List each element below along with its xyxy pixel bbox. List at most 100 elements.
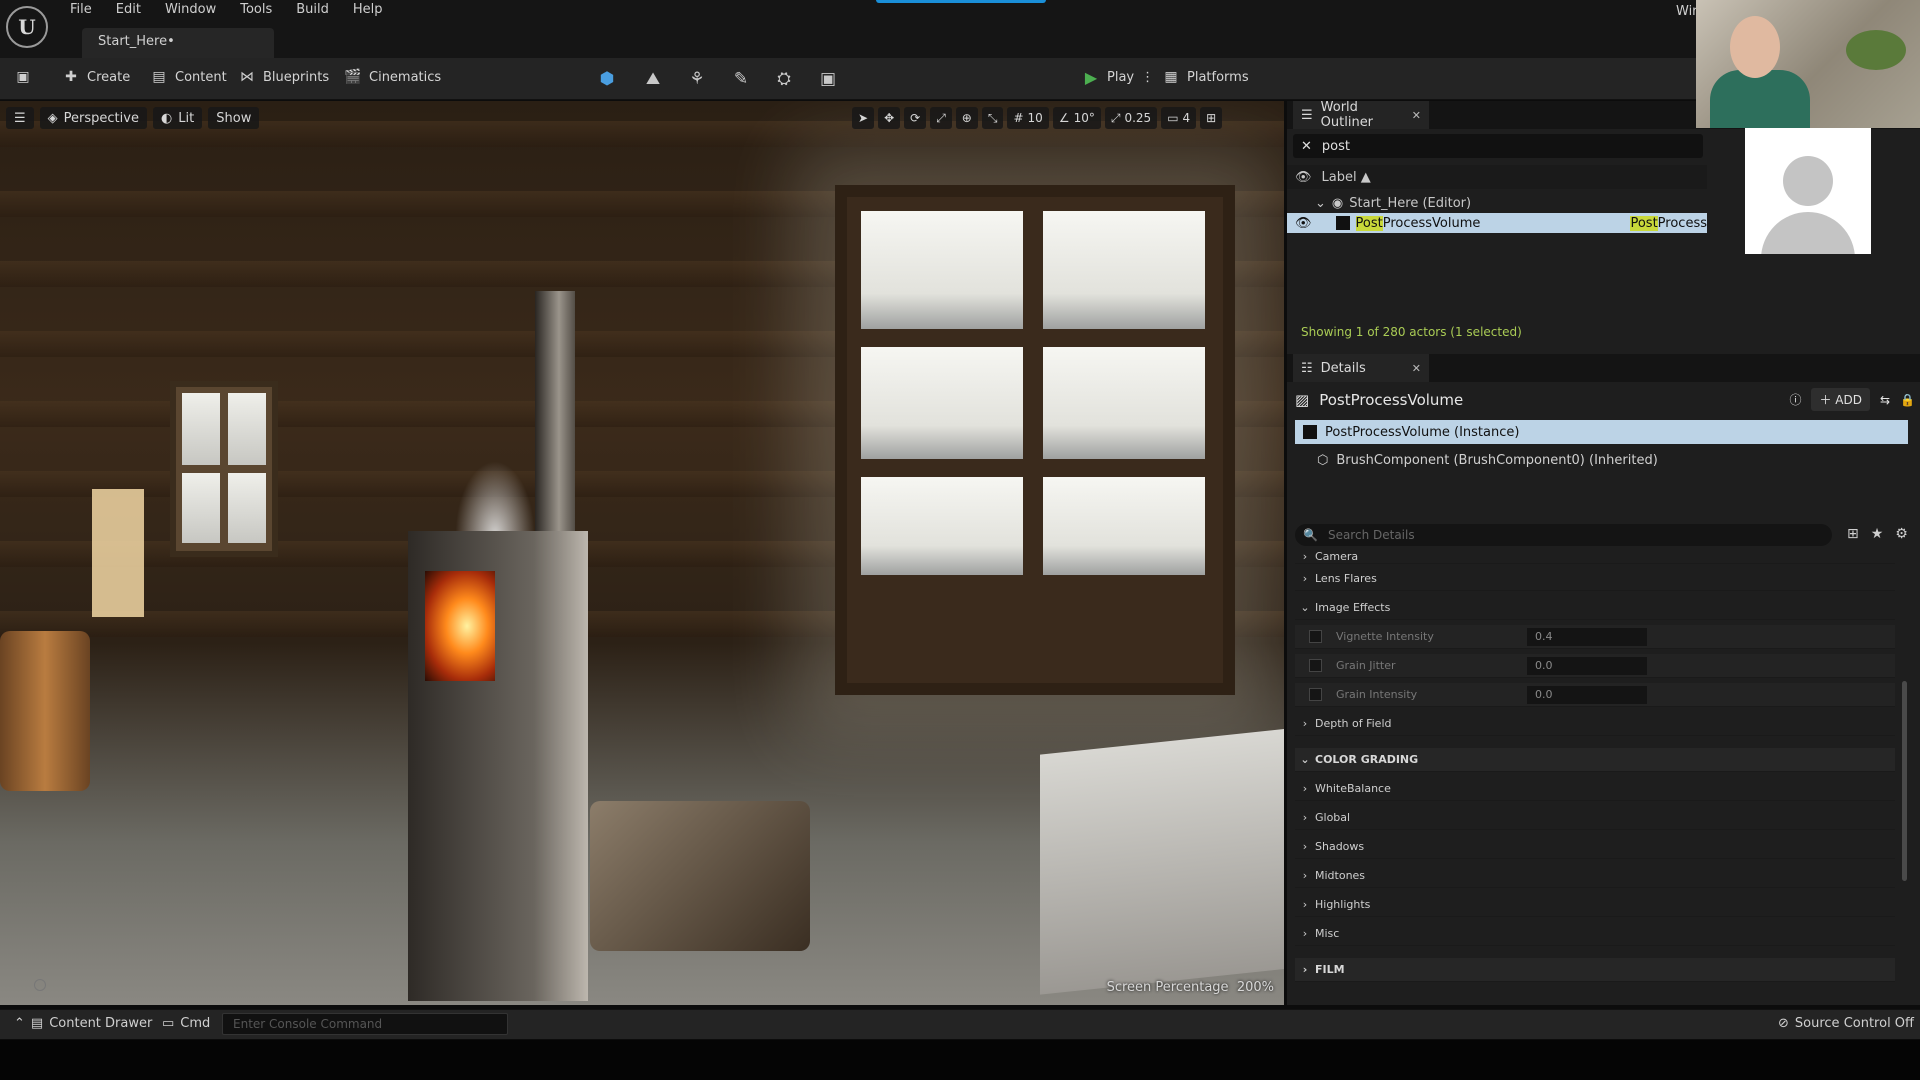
create-icon: ✚	[65, 69, 77, 85]
rotation-snap-value: 10°	[1073, 111, 1095, 125]
blueprint-convert-icon[interactable]: ⇆	[1880, 393, 1890, 407]
gear-icon[interactable]: ⚙	[1895, 526, 1908, 542]
play-options-icon[interactable]: ⋮	[1141, 70, 1154, 85]
chevron-down-icon[interactable]: ⌄	[1315, 196, 1326, 211]
prop-depth-of-field[interactable]: › Depth of Field	[1295, 712, 1895, 736]
prop-image-effects[interactable]: ⌄ Image Effects	[1295, 596, 1895, 620]
component-brush-row[interactable]: ⬡ BrushComponent (BrushComponent0) (Inhe…	[1317, 453, 1658, 468]
override-checkbox[interactable]	[1309, 630, 1322, 643]
prop-grain-jitter: Grain Jitter 0.0	[1295, 654, 1895, 678]
vignette-value-field[interactable]: 0.4	[1527, 627, 1647, 646]
save-button[interactable]: ▣	[14, 68, 32, 86]
outliner-icon: ☰	[1301, 107, 1313, 123]
cmd-button[interactable]: ▭ Cmd	[162, 1016, 210, 1031]
content-drawer-button[interactable]: ⌃ ▤ Content Drawer	[14, 1016, 152, 1031]
scale-snap-button[interactable]: ⤢ 0.25	[1104, 107, 1158, 129]
prop-misc[interactable]: › Misc	[1295, 922, 1895, 946]
grain-jitter-value-field[interactable]: 0.0	[1527, 656, 1647, 675]
prop-lens-flares[interactable]: › Lens Flares	[1295, 567, 1895, 591]
add-component-button[interactable]: ＋ ADD	[1811, 388, 1870, 411]
lit-button[interactable]: ◐ Lit	[152, 107, 203, 129]
select-tool[interactable]: ➤	[852, 107, 875, 129]
viewport-layout-button[interactable]: ⊞	[1200, 107, 1223, 129]
rotation-snap-button[interactable]: ∠ 10°	[1052, 107, 1101, 129]
override-checkbox[interactable]	[1309, 659, 1322, 672]
scene-barrel	[0, 631, 90, 791]
grain-intensity-value-field[interactable]: 0.0	[1527, 685, 1647, 704]
viewport-menu-button[interactable]: ☰	[6, 107, 34, 129]
details-search-input[interactable]: 🔍 Search Details	[1295, 524, 1832, 546]
translate-tool[interactable]: ✥	[878, 107, 901, 129]
favorites-star-icon[interactable]: ★	[1871, 526, 1884, 542]
label-column-header[interactable]: Label ▲	[1322, 170, 1371, 185]
camera-speed-button[interactable]: ▭ 4	[1161, 107, 1197, 129]
help-icon[interactable]: ⓘ	[1789, 391, 1801, 408]
cinematics-button[interactable]: 🎬 Cinematics	[344, 68, 441, 86]
brush-edit-mode-icon[interactable]: ▣	[815, 66, 841, 92]
platforms-icon: ▦	[1164, 69, 1178, 85]
table-view-icon[interactable]: ⊞	[1847, 526, 1859, 542]
landscape-mode-icon[interactable]: ⛰	[640, 66, 666, 92]
outliner-row-level[interactable]: ⌄ ◉ Start_Here (Editor)	[1287, 193, 1707, 213]
console-command-input[interactable]: Enter Console Command	[222, 1013, 508, 1035]
grid-snap-button[interactable]: #10	[1007, 107, 1049, 129]
world-local-toggle[interactable]: ⊕	[955, 107, 978, 129]
visibility-icon[interactable]: 👁	[1295, 216, 1312, 231]
prop-shadows[interactable]: › Shadows	[1295, 835, 1895, 859]
menu-window[interactable]: Window	[153, 0, 228, 22]
level-tab[interactable]: Start_Here•	[82, 28, 274, 58]
outliner-actor-label: ProcessVolume	[1382, 215, 1481, 231]
menu-edit[interactable]: Edit	[104, 0, 153, 22]
menu-file[interactable]: File	[58, 0, 104, 22]
source-control-label: Source Control Off	[1794, 1016, 1915, 1031]
tab-details[interactable]: ☷ Details ✕	[1293, 354, 1429, 382]
close-icon[interactable]: ✕	[1412, 109, 1421, 122]
platforms-button[interactable]: ▦ Platforms	[1162, 68, 1248, 86]
rotate-tool[interactable]: ⟳	[904, 107, 927, 129]
clear-search-icon[interactable]: ✕	[1301, 139, 1312, 154]
camera-speed-value: 4	[1182, 111, 1191, 125]
close-icon[interactable]: ✕	[1412, 362, 1421, 375]
prop-midtones[interactable]: › Midtones	[1295, 864, 1895, 888]
category-color-grading[interactable]: ⌄ COLOR GRADING	[1295, 748, 1895, 772]
outliner-search-input[interactable]: ✕ post	[1293, 134, 1703, 158]
perspective-button[interactable]: ◈ Perspective	[39, 107, 147, 129]
prop-highlights[interactable]: › Highlights	[1295, 893, 1895, 917]
outliner-row-postprocess[interactable]: 👁 PostProcessVolume PostProcess	[1287, 213, 1707, 233]
prop-global[interactable]: › Global	[1295, 806, 1895, 830]
viewport-toolbar-left: ☰ ◈ Perspective ◐ Lit Show	[6, 107, 260, 129]
fracture-mode-icon[interactable]: ⛭	[771, 66, 797, 92]
play-button[interactable]: ▶ Play ⋮	[1082, 67, 1154, 87]
menu-help[interactable]: Help	[341, 0, 395, 22]
select-mode-icon[interactable]: ⬢	[594, 66, 620, 92]
menu-tools[interactable]: Tools	[228, 0, 284, 22]
prop-white-balance[interactable]: › WhiteBalance	[1295, 777, 1895, 801]
show-button[interactable]: Show	[208, 107, 260, 129]
level-viewport[interactable]: ☰ ◈ Perspective ◐ Lit Show ➤ ✥ ⟳ ⤢ ⊕ ⤡ #10…	[0, 101, 1284, 1005]
grid-icon: #	[1013, 111, 1024, 125]
blueprints-button[interactable]: ⋈ Blueprints	[238, 68, 329, 86]
visibility-icon[interactable]: 👁	[1295, 170, 1312, 185]
letterbox-bar	[0, 1040, 1920, 1080]
scale-tool[interactable]: ⤢	[930, 107, 952, 129]
source-control-button[interactable]: ⊘ Source Control Off	[1778, 1016, 1914, 1031]
scene-bed	[1040, 727, 1284, 995]
tab-world-outliner[interactable]: ☰ World Outliner ✕	[1293, 100, 1429, 130]
menu-build[interactable]: Build	[284, 0, 341, 22]
unreal-logo-icon[interactable]: U	[6, 6, 48, 48]
component-instance-row[interactable]: PostProcessVolume (Instance)	[1295, 420, 1908, 444]
surface-snap-toggle[interactable]: ⤡	[981, 107, 1004, 129]
play-icon: ▶	[1084, 67, 1098, 87]
lock-icon[interactable]: 🔒	[1900, 393, 1915, 407]
details-tab-label: Details	[1320, 360, 1366, 376]
details-scrollbar[interactable]	[1902, 681, 1907, 881]
content-button[interactable]: ▤ Content	[150, 68, 226, 86]
type-match-highlight: Post	[1630, 215, 1658, 231]
level-icon: ◉	[1331, 195, 1344, 211]
mesh-paint-mode-icon[interactable]: ✎	[728, 66, 754, 92]
foliage-mode-icon[interactable]: ⚘	[684, 66, 710, 92]
category-film[interactable]: › FILM	[1295, 958, 1895, 982]
prop-camera[interactable]: › Camera	[1295, 550, 1895, 564]
create-button[interactable]: ✚ Create	[62, 68, 130, 86]
override-checkbox[interactable]	[1309, 688, 1322, 701]
